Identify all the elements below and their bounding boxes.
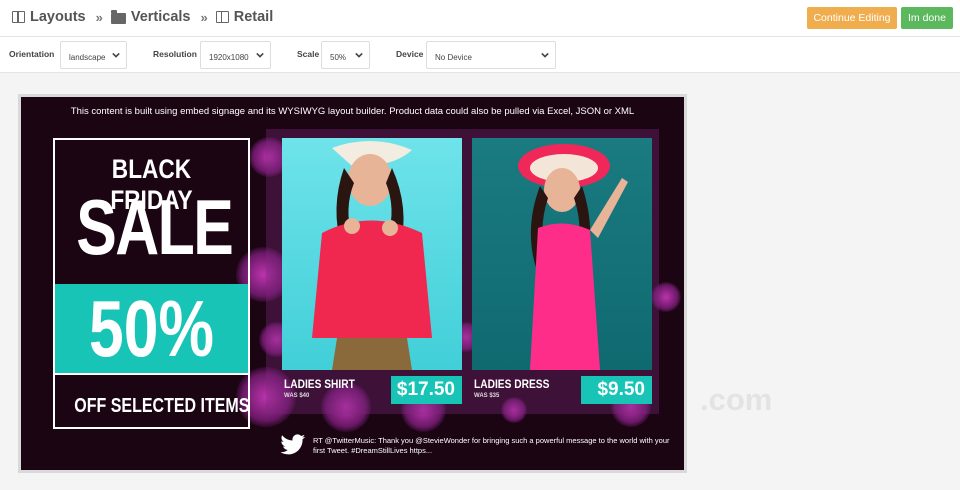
product-was-price: WAS $40	[284, 393, 310, 399]
scale-value: 50%	[330, 53, 347, 62]
chevron-down-icon	[112, 52, 120, 58]
promo-percent: 50%	[89, 284, 214, 373]
promo-box: BLACK FRIDAY SALE 50% OFF SELECTED ITEMS	[53, 138, 250, 429]
done-button[interactable]: Im done	[901, 7, 953, 29]
product-name: LADIES SHIRT	[284, 377, 355, 391]
settings-bar: Orientation landscape Resolution 1920x10…	[0, 37, 960, 73]
layout-icon	[215, 11, 229, 23]
chevron-down-icon	[256, 52, 264, 58]
product-image-shirt	[282, 138, 462, 370]
scale-select[interactable]: 50%	[321, 41, 370, 69]
product-image-dress	[472, 138, 652, 370]
twitter-bird-icon	[280, 434, 306, 455]
resolution-select[interactable]: 1920x1080	[200, 41, 271, 69]
device-label: Device	[396, 49, 424, 59]
breadcrumb: Layouts » Verticals » Retail	[12, 9, 273, 25]
orientation-value: landscape	[69, 53, 106, 62]
model-figure-image	[312, 140, 432, 370]
breadcrumb-layouts-label: Layouts	[30, 9, 86, 25]
orientation-select[interactable]: landscape	[60, 41, 127, 69]
breadcrumb-separator: »	[95, 9, 103, 25]
product-price: $9.50	[581, 376, 652, 404]
signage-canvas: This content is built using embed signag…	[21, 97, 684, 470]
resolution-value: 1920x1080	[209, 53, 249, 62]
product-name: LADIES DRESS	[474, 377, 550, 391]
promo-divider	[55, 373, 248, 375]
scale-label: Scale	[297, 49, 320, 59]
watermark-text: .com	[700, 382, 773, 417]
layout-icon	[12, 11, 25, 23]
orientation-label: Orientation	[9, 49, 55, 59]
breadcrumb-retail-label: Retail	[233, 9, 274, 25]
breadcrumb-verticals[interactable]: Verticals	[110, 9, 191, 25]
chevron-down-icon	[541, 52, 549, 58]
breadcrumb-retail: Retail	[215, 9, 274, 25]
breadcrumb-layouts[interactable]: Layouts	[12, 9, 86, 25]
breadcrumb-verticals-label: Verticals	[130, 9, 191, 25]
folder-icon	[110, 9, 126, 24]
device-value: No Device	[435, 53, 472, 62]
tweet-text: RT @TwitterMusic: Thank you @StevieWonde…	[313, 436, 670, 455]
signage-headline: This content is built using embed signag…	[70, 106, 635, 117]
device-select[interactable]: No Device	[426, 41, 556, 69]
promo-off-text: OFF SELECTED ITEMS	[74, 395, 250, 417]
promo-sale: SALE	[76, 183, 234, 271]
resolution-label: Resolution	[153, 49, 197, 59]
top-bar: Layouts » Verticals » Retail Continue Ed…	[0, 0, 960, 37]
breadcrumb-separator: »	[200, 9, 208, 25]
model-figure-image	[518, 144, 628, 370]
promo-percent-box: 50%	[55, 284, 248, 373]
continue-editing-button[interactable]: Continue Editing	[807, 7, 897, 29]
product-price: $17.50	[391, 376, 462, 404]
product-was-price: WAS $35	[474, 393, 500, 399]
chevron-down-icon	[355, 52, 363, 58]
preview-frame: This content is built using embed signag…	[18, 94, 687, 473]
